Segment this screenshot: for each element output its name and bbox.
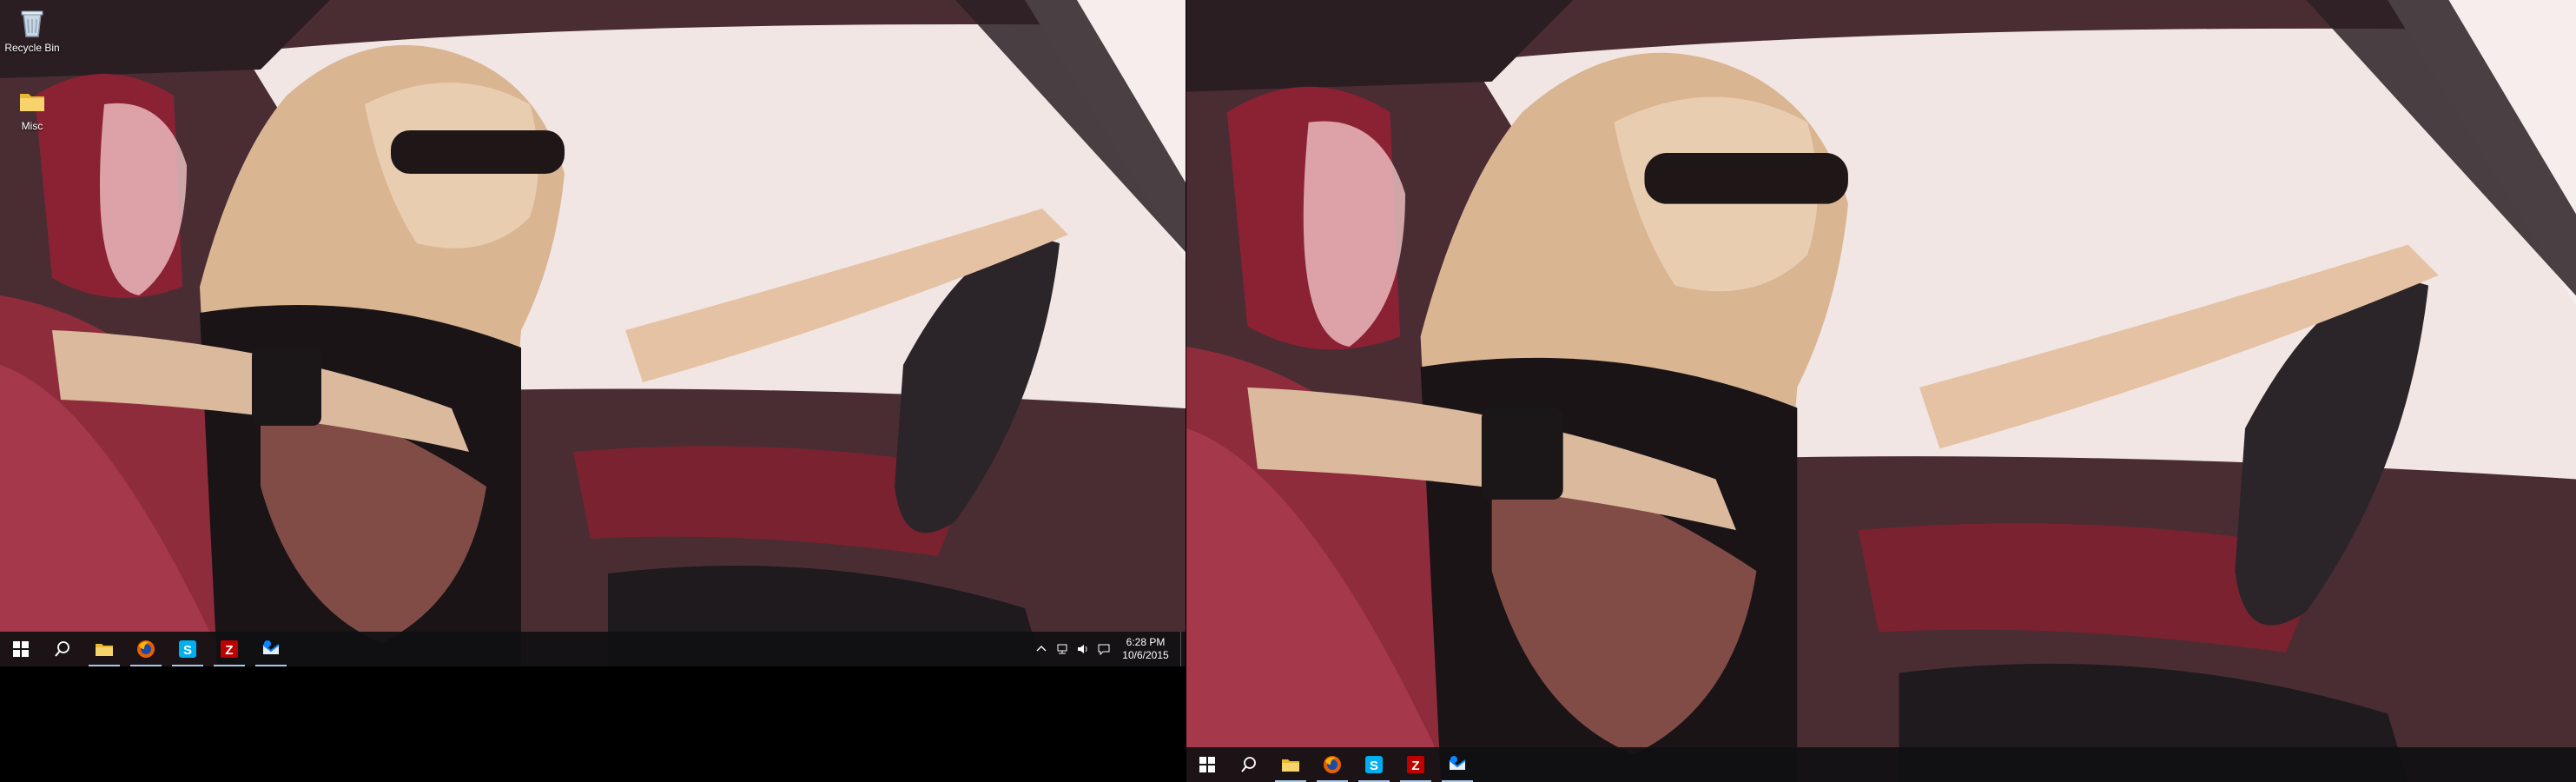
taskbar-firefox[interactable]: [1311, 747, 1353, 782]
notification-icon: [1098, 644, 1110, 656]
svg-text:S: S: [1370, 759, 1378, 773]
skype-icon: S: [1365, 756, 1383, 773]
wallpaper-image: [0, 0, 1186, 666]
tray-volume[interactable]: [1073, 632, 1093, 666]
taskbar-clock[interactable]: 6:28 PM 10/6/2015: [1114, 636, 1177, 662]
svg-text:Z: Z: [1411, 759, 1419, 773]
folder-icon: [1282, 759, 1299, 772]
search-icon: [1241, 757, 1256, 772]
desktop-icon-label: Misc: [21, 120, 43, 132]
speaker-icon: [1078, 645, 1087, 653]
firefox-icon: [1324, 756, 1341, 773]
taskbar-firefox[interactable]: [125, 632, 167, 666]
filezilla-icon: Z: [1407, 756, 1424, 773]
monitor-right: S Z: [1186, 0, 2576, 782]
unused-screen-area: [0, 666, 1186, 782]
search-button[interactable]: [42, 632, 83, 666]
desktop-icon-recycle-bin[interactable]: Recycle Bin: [0, 5, 64, 54]
thunderbird-icon: [262, 640, 280, 654]
tray-network[interactable]: [1052, 632, 1073, 666]
recycle-bin-icon: [15, 5, 50, 40]
start-button[interactable]: [0, 632, 42, 666]
wallpaper-image: [1186, 0, 2576, 782]
taskbar-skype[interactable]: S: [1353, 747, 1395, 782]
search-button[interactable]: [1228, 747, 1270, 782]
taskbar-file-explorer[interactable]: [1270, 747, 1311, 782]
svg-text:S: S: [183, 643, 192, 658]
windows-logo-icon: [13, 641, 29, 657]
system-tray: 6:28 PM 10/6/2015: [1031, 632, 1186, 666]
taskbar-left: S Z 6:28 PM 10/6/2015: [0, 632, 1186, 666]
windows-logo-icon: [1199, 757, 1215, 772]
taskbar-right: S Z: [1186, 747, 2576, 782]
skype-icon: S: [179, 640, 196, 658]
start-button[interactable]: [1186, 747, 1228, 782]
taskbar-skype[interactable]: S: [167, 632, 208, 666]
folder-icon: [15, 83, 50, 118]
clock-date: 10/6/2015: [1122, 649, 1169, 661]
monitor-left: Recycle Bin Misc S Z 6:28 PM 10/6/2015: [0, 0, 1186, 666]
taskbar-filezilla[interactable]: Z: [1395, 747, 1437, 782]
thunderbird-icon: [1449, 756, 1466, 770]
desktop-wallpaper: [0, 0, 1186, 666]
taskbar-filezilla[interactable]: Z: [208, 632, 250, 666]
desktop-icon-label: Recycle Bin: [4, 42, 60, 54]
filezilla-icon: Z: [221, 640, 238, 658]
tray-overflow-button[interactable]: [1031, 632, 1052, 666]
desktop-icon-misc[interactable]: Misc: [0, 83, 64, 132]
svg-text:Z: Z: [225, 643, 233, 658]
taskbar-thunderbird[interactable]: [250, 632, 292, 666]
folder-icon: [96, 644, 113, 656]
firefox-icon: [137, 640, 155, 658]
show-desktop-button[interactable]: [1180, 632, 1186, 666]
search-icon: [55, 641, 69, 657]
chevron-up-icon: [1036, 646, 1047, 652]
taskbar-file-explorer[interactable]: [83, 632, 125, 666]
network-icon: [1057, 644, 1067, 654]
taskbar-thunderbird[interactable]: [1437, 747, 1478, 782]
clock-time: 6:28 PM: [1126, 636, 1166, 648]
desktop-wallpaper: [1186, 0, 2576, 782]
tray-action-center[interactable]: [1093, 632, 1114, 666]
